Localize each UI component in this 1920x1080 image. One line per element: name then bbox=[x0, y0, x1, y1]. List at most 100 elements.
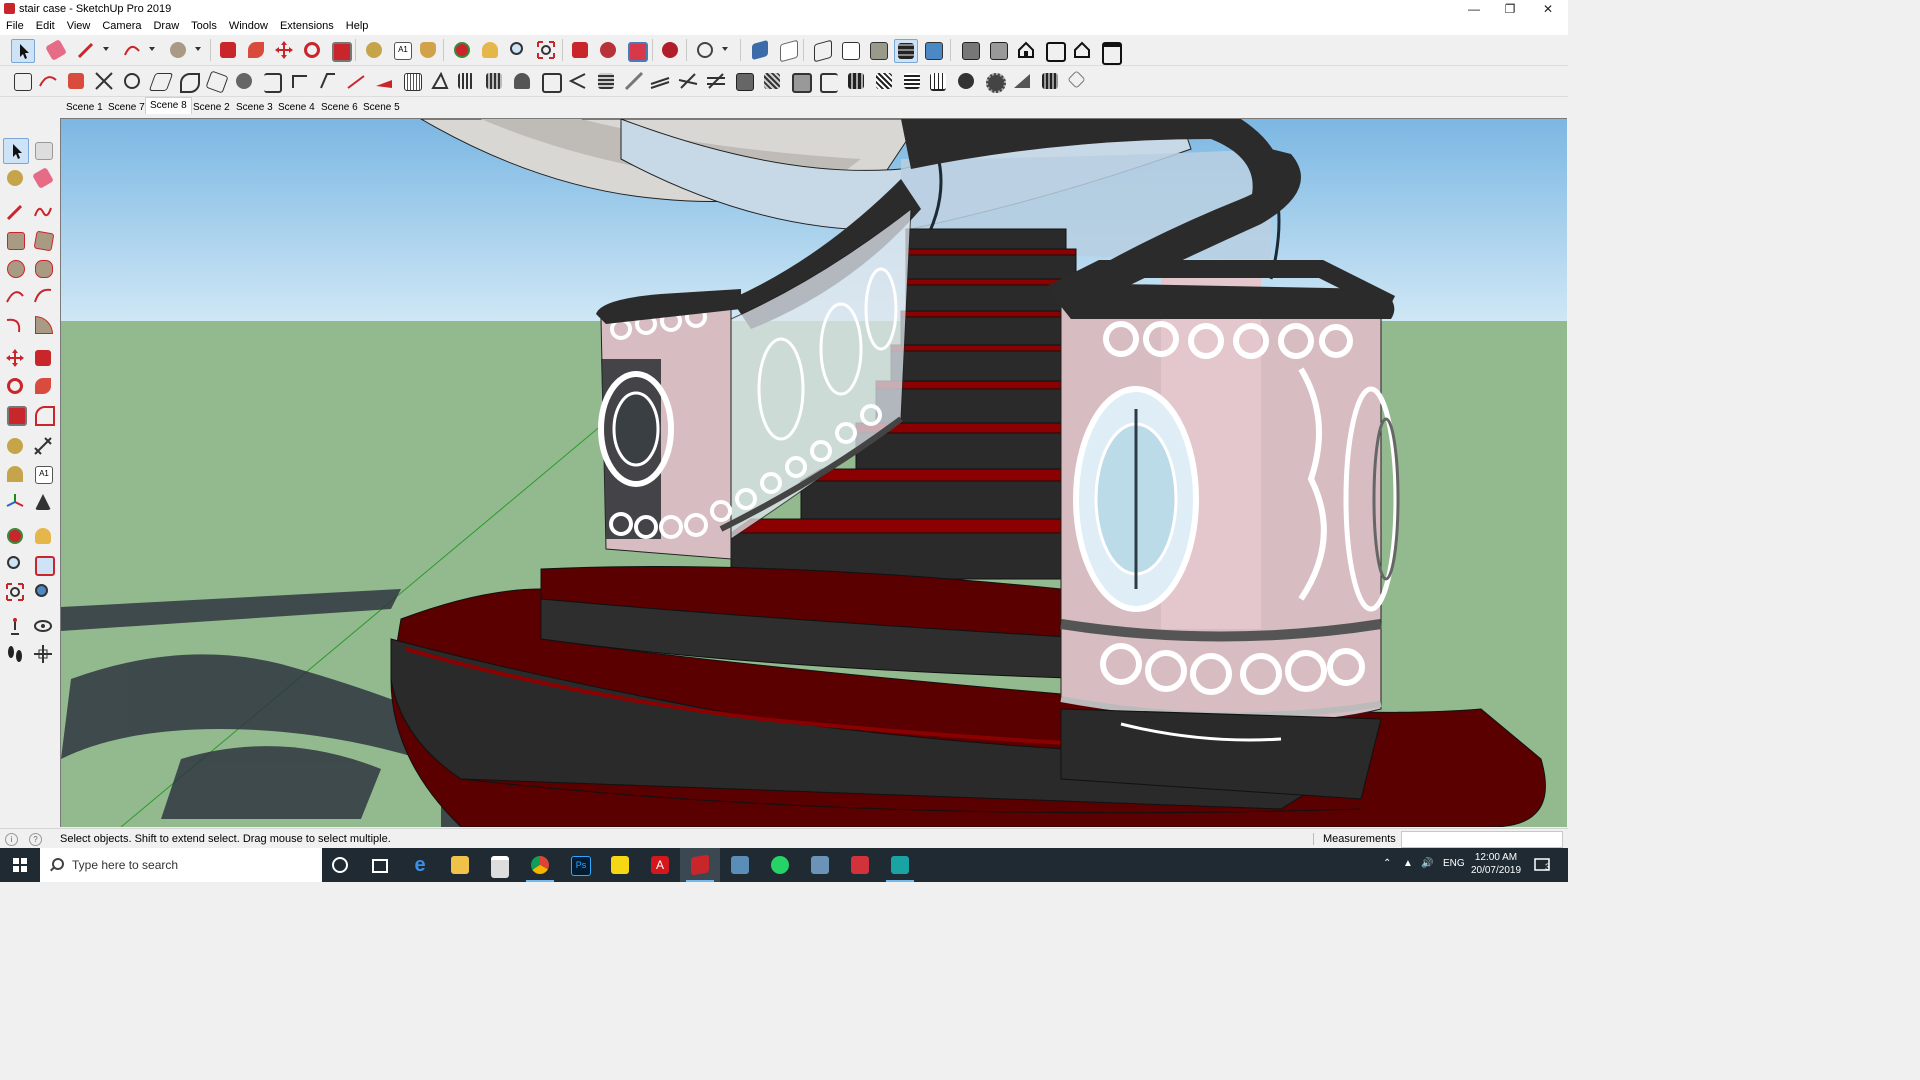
tape-measure-button[interactable] bbox=[363, 39, 385, 61]
left-zoom-button[interactable] bbox=[3, 552, 27, 576]
edge-taskbar-button[interactable]: e bbox=[400, 848, 440, 882]
ext-tool-36[interactable] bbox=[983, 70, 1006, 93]
left-move-button[interactable] bbox=[3, 346, 27, 370]
line-tool-button[interactable] bbox=[75, 39, 97, 61]
ext-tool-14[interactable] bbox=[373, 70, 395, 92]
store-taskbar-button[interactable] bbox=[480, 848, 520, 882]
left-followme-button[interactable] bbox=[31, 374, 55, 398]
ext-tool-28[interactable] bbox=[761, 70, 783, 92]
menu-edit[interactable]: Edit bbox=[30, 18, 61, 35]
select-tool-button[interactable] bbox=[11, 39, 35, 63]
instructor-icon[interactable]: ? bbox=[29, 833, 42, 846]
ext-tool-38[interactable] bbox=[1039, 70, 1061, 92]
ext-tool-34[interactable] bbox=[927, 70, 949, 92]
wireframe-button[interactable] bbox=[811, 39, 833, 63]
left-section-plane-button[interactable] bbox=[31, 642, 55, 666]
ext-tool-15[interactable] bbox=[401, 70, 423, 92]
ext-tool-18[interactable] bbox=[483, 70, 505, 92]
app-taskbar-button-1[interactable] bbox=[720, 848, 760, 882]
eraser-tool-button[interactable] bbox=[45, 39, 67, 61]
ext-tool-33[interactable] bbox=[901, 70, 923, 92]
text-tool-button[interactable]: A1 bbox=[391, 39, 413, 61]
shape-dropdown-arrow[interactable] bbox=[195, 47, 201, 51]
left-rotate-button[interactable] bbox=[3, 374, 27, 398]
left-3dtext-button[interactable] bbox=[31, 490, 55, 514]
line-dropdown-arrow[interactable] bbox=[103, 47, 109, 51]
task-view-button[interactable] bbox=[360, 848, 400, 882]
ext-tool-9[interactable] bbox=[233, 70, 255, 92]
ext-tool-3[interactable] bbox=[65, 70, 87, 92]
left-dimension-button[interactable] bbox=[31, 434, 55, 458]
push-pull-button[interactable] bbox=[217, 39, 239, 61]
sticky-notes-taskbar-button[interactable] bbox=[600, 848, 640, 882]
ext-tool-27[interactable] bbox=[733, 70, 755, 92]
top-view-button[interactable] bbox=[987, 39, 1009, 61]
ext-tool-17[interactable] bbox=[455, 70, 477, 92]
left-scale-button[interactable] bbox=[3, 402, 27, 426]
left-previous-view-button[interactable] bbox=[31, 580, 55, 604]
ext-tool-10[interactable] bbox=[261, 70, 283, 93]
ext-tool-16[interactable] bbox=[429, 70, 451, 92]
left-rectangle-button[interactable] bbox=[3, 228, 27, 252]
ext-tool-6[interactable] bbox=[148, 70, 174, 92]
file-explorer-taskbar-button[interactable] bbox=[440, 848, 480, 882]
ext-tool-32[interactable] bbox=[873, 70, 895, 92]
ext-tool-39[interactable] bbox=[1067, 70, 1089, 92]
start-button[interactable] bbox=[0, 848, 40, 882]
right-view-button[interactable] bbox=[1043, 39, 1066, 62]
arc-tool-button[interactable] bbox=[121, 39, 143, 61]
ext-tool-25[interactable] bbox=[677, 70, 699, 92]
left-freehand-button[interactable] bbox=[31, 200, 55, 224]
left-zoom-extents-button[interactable] bbox=[3, 580, 27, 604]
app-taskbar-button-3[interactable] bbox=[880, 848, 920, 882]
menu-window[interactable]: Window bbox=[223, 18, 274, 35]
front-view-button[interactable] bbox=[1015, 39, 1037, 61]
ext-tool-13[interactable] bbox=[345, 70, 367, 92]
ext-tool-24[interactable] bbox=[649, 70, 671, 92]
shaded-button[interactable] bbox=[867, 39, 889, 61]
acrobat-taskbar-button[interactable]: A bbox=[640, 848, 680, 882]
monochrome-button[interactable] bbox=[922, 39, 944, 61]
scene-tab-3[interactable]: Scene 3 bbox=[231, 99, 278, 117]
taskbar-search-box[interactable]: Type here to search bbox=[40, 848, 322, 882]
ext-tool-35[interactable] bbox=[955, 70, 977, 92]
measurements-input[interactable] bbox=[1401, 831, 1563, 848]
left-protractor-button[interactable] bbox=[3, 462, 27, 486]
ext-tool-8[interactable] bbox=[205, 70, 229, 94]
menu-draw[interactable]: Draw bbox=[147, 18, 185, 35]
left-circle-button[interactable] bbox=[3, 256, 27, 280]
orbit-button[interactable] bbox=[451, 39, 473, 61]
ext-tool-7[interactable] bbox=[177, 70, 200, 93]
scale-tool-button[interactable] bbox=[329, 39, 352, 62]
ext-tool-11[interactable] bbox=[289, 70, 311, 92]
left-orbit-button[interactable] bbox=[3, 524, 27, 548]
left-rotated-rect-button[interactable] bbox=[31, 228, 55, 252]
pan-button[interactable] bbox=[479, 39, 501, 61]
extension-warehouse-button[interactable] bbox=[597, 39, 619, 61]
language-indicator[interactable]: ENG bbox=[1443, 858, 1465, 869]
menu-help[interactable]: Help bbox=[340, 18, 375, 35]
ext-tool-5[interactable] bbox=[121, 70, 143, 92]
follow-me-button[interactable] bbox=[245, 39, 267, 61]
iso-view-button[interactable] bbox=[959, 39, 981, 61]
left-2pt-arc-button[interactable] bbox=[31, 284, 55, 308]
ext-tool-29[interactable] bbox=[789, 70, 812, 93]
ext-tool-20[interactable] bbox=[539, 70, 562, 93]
scene-tab-5[interactable]: Scene 5 bbox=[358, 99, 405, 117]
xray-button[interactable] bbox=[749, 39, 771, 61]
ext-tool-19[interactable] bbox=[511, 70, 533, 92]
left-view-button[interactable] bbox=[1099, 39, 1122, 65]
menu-tools[interactable]: Tools bbox=[185, 18, 223, 35]
rotate-tool-button[interactable] bbox=[301, 39, 323, 61]
volume-icon[interactable]: 🔊 bbox=[1421, 858, 1433, 869]
left-walk-button[interactable] bbox=[3, 642, 27, 666]
menu-file[interactable]: File bbox=[0, 18, 30, 35]
ext-tool-21[interactable] bbox=[567, 70, 589, 92]
scene-tab-2[interactable]: Scene 2 bbox=[188, 99, 235, 117]
warehouse-button[interactable] bbox=[569, 39, 591, 61]
close-button[interactable]: ✕ bbox=[1530, 0, 1566, 18]
arc-dropdown-arrow[interactable] bbox=[149, 47, 155, 51]
shaded-textures-button[interactable] bbox=[894, 39, 918, 63]
left-axes-button[interactable] bbox=[3, 490, 27, 514]
chrome-taskbar-button[interactable] bbox=[520, 848, 560, 882]
